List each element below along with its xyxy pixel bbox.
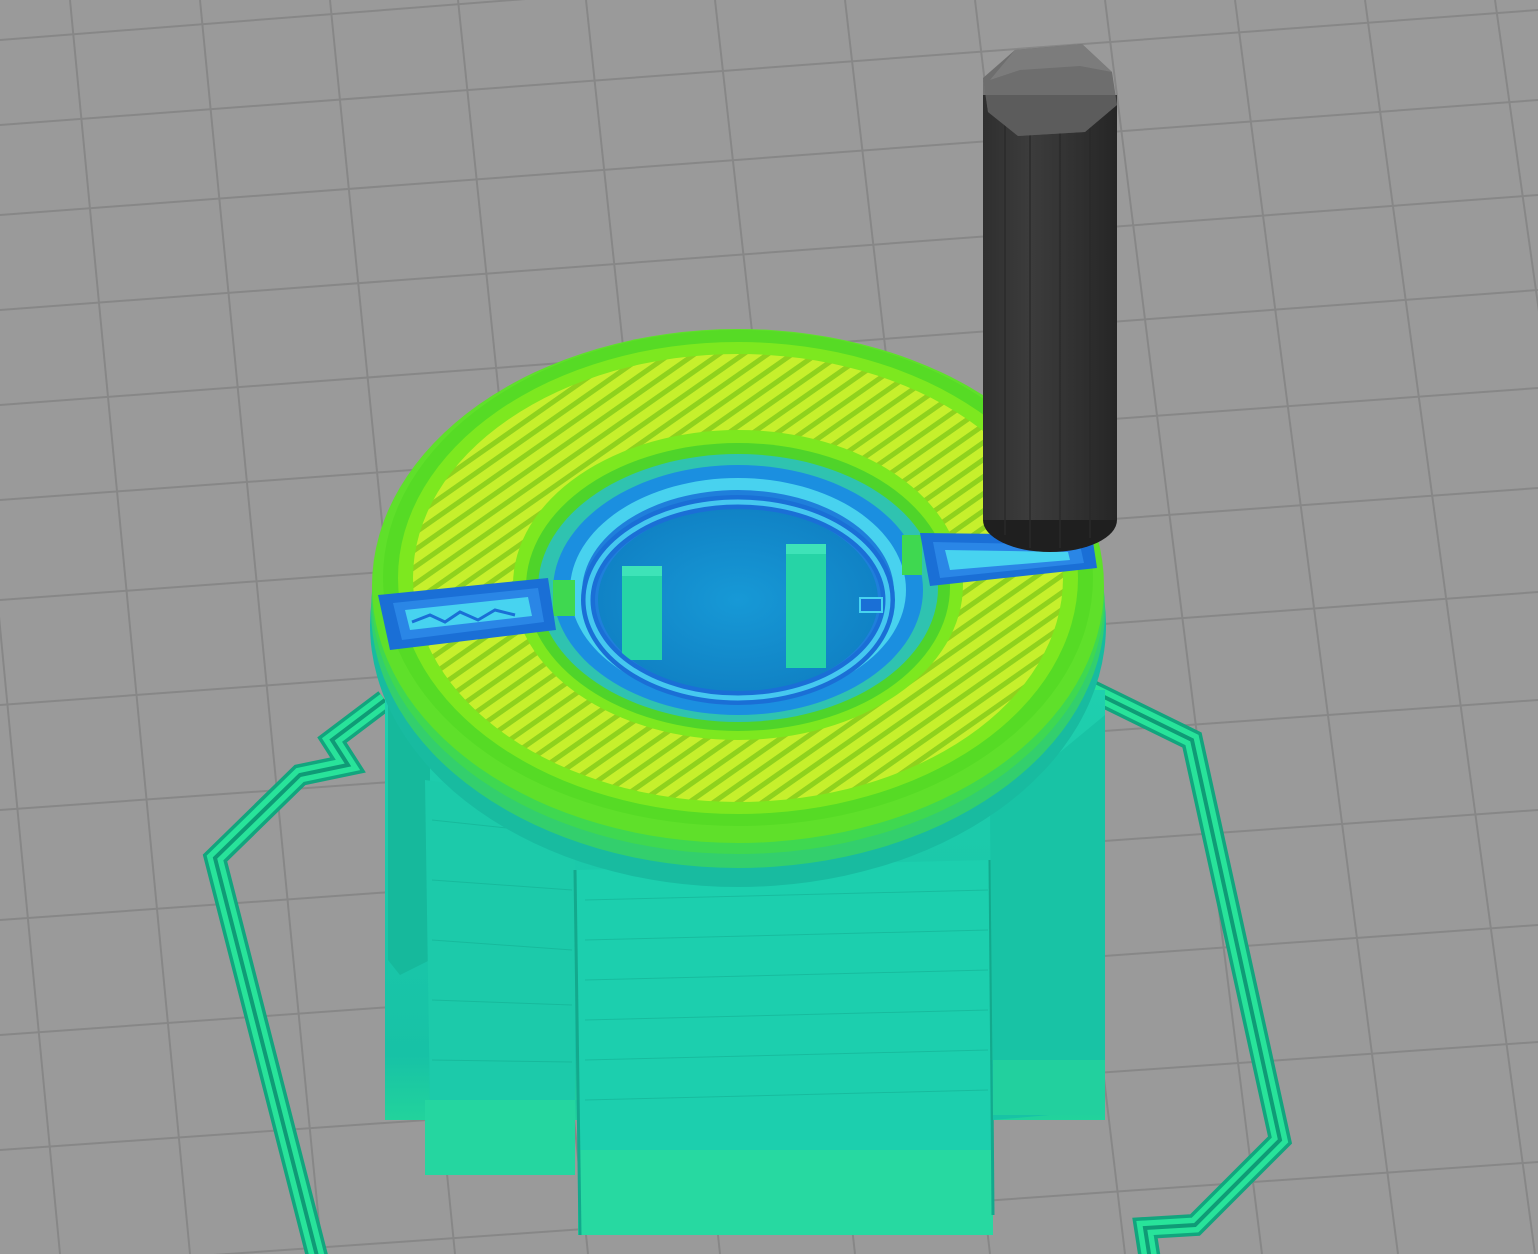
nozzle-tool-icon (983, 44, 1117, 552)
gcode-3d-viewport[interactable] (0, 0, 1538, 1254)
scene-svg (0, 0, 1538, 1254)
inner-hole (553, 465, 923, 715)
small-bridge-marker (859, 597, 883, 613)
